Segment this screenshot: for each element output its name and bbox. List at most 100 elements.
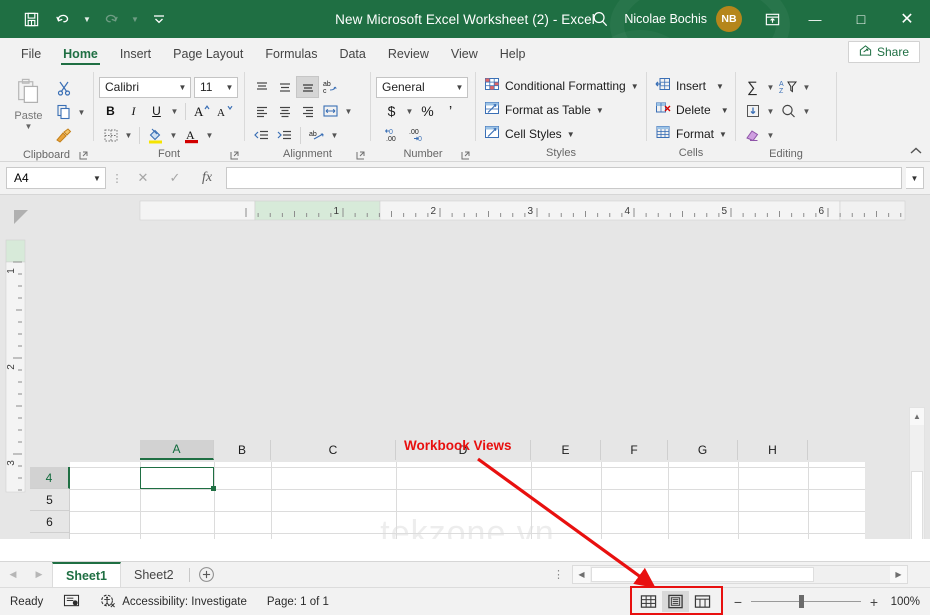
normal-view-icon[interactable] [635, 591, 662, 612]
percent-format-icon[interactable]: % [416, 100, 439, 122]
alignment-dialog-launcher[interactable] [356, 151, 366, 161]
fill-color-dropdown-icon[interactable]: ▼ [167, 124, 180, 146]
italic-button[interactable]: I [122, 100, 145, 122]
tab-help[interactable]: Help [489, 47, 537, 67]
tab-data[interactable]: Data [328, 47, 376, 67]
scroll-right-icon[interactable]: ▶ [890, 566, 907, 583]
underline-dropdown-icon[interactable]: ▼ [168, 100, 181, 122]
accounting-format-icon[interactable]: $ [380, 100, 403, 122]
tab-formulas[interactable]: Formulas [254, 47, 328, 67]
font-name-combo[interactable]: Calibri ▼ [99, 77, 191, 98]
redo-icon[interactable] [96, 5, 126, 33]
sort-filter-dropdown-icon[interactable]: ▼ [800, 76, 813, 98]
align-center-icon[interactable] [273, 100, 296, 122]
clear-dropdown-icon[interactable]: ▼ [764, 124, 777, 146]
column-header-H[interactable]: H [738, 440, 808, 460]
tab-review[interactable]: Review [377, 47, 440, 67]
selected-cell[interactable] [140, 467, 214, 489]
row-header-7[interactable]: 7 [30, 533, 70, 539]
column-header-C[interactable]: C [271, 440, 396, 460]
find-and-select-icon[interactable] [777, 100, 800, 122]
add-sheet-icon[interactable] [192, 562, 222, 588]
wrap-text-dropdown-icon[interactable]: ▼ [342, 100, 355, 122]
align-left-icon[interactable] [250, 100, 273, 122]
align-right-icon[interactable] [296, 100, 319, 122]
copy-dropdown-icon[interactable]: ▼ [75, 101, 88, 123]
borders-icon[interactable] [99, 124, 122, 146]
chevron-down-icon[interactable]: ▼ [25, 122, 33, 131]
insert-cells-button[interactable]: Insert ▼ [652, 74, 727, 98]
vertical-scrollbar[interactable]: ▲ ▼ [909, 407, 925, 539]
number-format-combo[interactable]: General ▼ [376, 77, 468, 98]
paste-button[interactable]: Paste ▼ [5, 74, 52, 131]
save-icon[interactable] [16, 5, 46, 33]
zoom-track[interactable] [751, 601, 861, 602]
scroll-up-icon[interactable]: ▲ [910, 408, 924, 425]
comma-style-icon[interactable]: ’ [439, 100, 462, 122]
decrease-indent-icon[interactable] [250, 124, 273, 146]
align-top-icon[interactable] [250, 76, 273, 98]
select-all-corner[interactable] [14, 210, 28, 224]
tab-split-handle[interactable]: ⋮ [553, 568, 564, 581]
minimize-button[interactable]: — [792, 0, 838, 38]
increase-font-size-icon[interactable]: A [190, 100, 213, 122]
row-header-6[interactable]: 6 [30, 511, 70, 533]
undo-icon[interactable] [48, 5, 78, 33]
tab-page-layout[interactable]: Page Layout [162, 47, 254, 67]
format-painter-icon[interactable] [52, 125, 75, 147]
tab-view[interactable]: View [440, 47, 489, 67]
formula-input[interactable] [226, 167, 902, 189]
name-box[interactable]: A4 ▼ [6, 167, 106, 189]
borders-dropdown-icon[interactable]: ▼ [122, 124, 135, 146]
format-as-table-button[interactable]: Format as Table ▼ [481, 98, 607, 122]
clear-icon[interactable] [741, 124, 764, 146]
fill-dropdown-icon[interactable]: ▼ [764, 100, 777, 122]
search-icon[interactable] [580, 0, 620, 38]
grid-viewport[interactable]: tekzone.vn [70, 462, 865, 539]
vertical-scroll-thumb[interactable] [911, 471, 923, 539]
fill-handle[interactable] [211, 486, 216, 491]
scroll-left-icon[interactable]: ◀ [573, 566, 590, 583]
zoom-out-button[interactable]: − [732, 594, 744, 610]
font-size-combo[interactable]: 11 ▼ [194, 77, 238, 98]
column-header-E[interactable]: E [531, 440, 601, 460]
merge-dropdown-icon[interactable]: ▼ [328, 124, 341, 146]
format-cells-button[interactable]: Format ▼ [652, 122, 730, 146]
find-select-dropdown-icon[interactable]: ▼ [800, 100, 813, 122]
increase-decimal-icon[interactable]: 0.00 [382, 124, 405, 146]
formula-bar-handle[interactable]: ⋮ [110, 172, 124, 185]
account-button[interactable]: Nicolae Bochis NB [620, 6, 752, 32]
bold-button[interactable]: B [99, 100, 122, 122]
redo-dropdown-icon[interactable]: ▼ [128, 5, 142, 33]
autosum-icon[interactable]: ∑ [741, 76, 764, 98]
page-layout-view-icon[interactable] [662, 591, 689, 612]
font-color-icon[interactable]: A [180, 124, 203, 146]
enter-icon[interactable]: ✓ [160, 167, 190, 189]
font-color-dropdown-icon[interactable]: ▼ [203, 124, 216, 146]
tab-home[interactable]: Home [52, 47, 109, 67]
copy-icon[interactable] [52, 101, 75, 123]
underline-button[interactable]: U [145, 100, 168, 122]
cell-styles-button[interactable]: Cell Styles ▼ [481, 122, 578, 146]
delete-cells-button[interactable]: Delete ▼ [652, 98, 732, 122]
cancel-icon[interactable]: ✕ [128, 167, 158, 189]
next-sheet-icon[interactable]: ▶ [26, 562, 52, 588]
align-middle-icon[interactable] [273, 76, 296, 98]
row-header-4[interactable]: 4 [30, 467, 70, 489]
wrap-text-icon[interactable] [319, 100, 342, 122]
sort-and-filter-icon[interactable]: AZ [777, 76, 800, 98]
horizontal-scroll-thumb[interactable] [591, 567, 814, 582]
column-header-B[interactable]: B [214, 440, 271, 460]
previous-sheet-icon[interactable]: ◀ [0, 562, 26, 588]
increase-indent-icon[interactable] [273, 124, 296, 146]
cut-icon[interactable] [52, 77, 75, 99]
merge-and-center-icon[interactable]: ab [305, 124, 328, 146]
page-break-preview-icon[interactable] [689, 591, 716, 612]
expand-formula-bar-icon[interactable]: ▼ [906, 167, 924, 189]
align-bottom-icon[interactable] [296, 76, 319, 98]
decrease-font-size-icon[interactable]: A [213, 100, 236, 122]
clipboard-dialog-launcher[interactable] [79, 151, 89, 161]
tab-file[interactable]: File [10, 47, 52, 67]
horizontal-scrollbar[interactable]: ◀ ▶ [572, 565, 908, 584]
zoom-in-button[interactable]: + [868, 594, 880, 610]
